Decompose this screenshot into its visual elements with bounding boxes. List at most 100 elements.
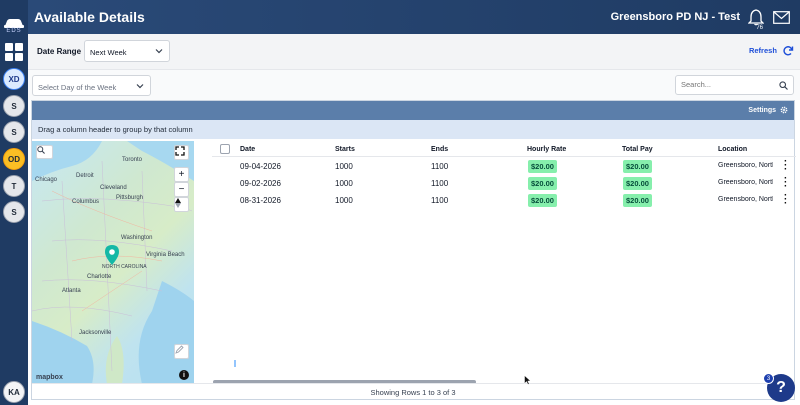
map-label-pittsburgh: Pittsburgh [116, 195, 144, 201]
map-draw-button[interactable] [174, 344, 189, 359]
help-badge: 3 [763, 373, 774, 384]
compass-icon [175, 198, 181, 208]
cell-hourly-rate: $20.00 [528, 160, 557, 173]
search-box[interactable] [675, 75, 794, 95]
cell-date: 09-02-2026 [240, 179, 281, 188]
cell-starts: 1000 [335, 162, 353, 171]
page-title: Available Details [34, 9, 145, 25]
cell-ends: 1100 [431, 162, 449, 171]
row-menu-icon[interactable]: · · · [784, 157, 788, 175]
chevron-down-icon [136, 84, 144, 89]
zoom-in-button[interactable]: + [174, 167, 189, 182]
column-date[interactable]: Date [240, 146, 255, 153]
cell-total-pay: $20.00 [623, 194, 652, 207]
details-panel: Settings Drag a column header to group b… [31, 100, 796, 400]
map-label-chicago: Chicago [35, 177, 58, 183]
fullscreen-button[interactable] [174, 145, 189, 160]
chevron-down-icon [155, 49, 163, 54]
day-of-week-placeholder: Select Day of the Week [38, 83, 117, 92]
date-range-value: Next Week [90, 48, 127, 57]
day-of-week-select[interactable]: Select Day of the Week [32, 75, 151, 96]
search-input[interactable] [681, 80, 776, 89]
plus-icon: + [178, 169, 185, 180]
avatar-s-1[interactable]: S [3, 95, 25, 117]
avatar-t[interactable]: T [3, 175, 25, 197]
sub-filter-bar: Select Day of the Week [28, 70, 800, 100]
table-row[interactable]: 08-31-2026 1000 1100 $20.00 $20.00 Green… [212, 191, 796, 209]
cell-total-pay: $20.00 [623, 177, 652, 190]
cell-starts: 1000 [335, 196, 353, 205]
map-label-jacksonville: Jacksonville [79, 330, 112, 336]
cell-location: Greensboro, North [718, 196, 773, 203]
column-location[interactable]: Location [718, 146, 747, 153]
avatar-od[interactable]: OD [3, 148, 25, 170]
avatar-s-3[interactable]: S [3, 201, 25, 223]
settings-label: Settings [748, 106, 777, 114]
cell-location: Greensboro, North [718, 179, 773, 186]
apps-grid-icon[interactable] [4, 42, 24, 62]
minus-icon: − [178, 184, 185, 195]
map-label-detroit: Detroit [76, 173, 94, 179]
mouse-cursor-icon [524, 375, 532, 385]
map-search-button[interactable] [36, 145, 53, 159]
map-label-virginia-beach: Virginia Beach [146, 252, 185, 258]
group-by-hint: Drag a column header to group by that co… [32, 120, 794, 139]
compass-button[interactable] [174, 197, 189, 212]
avatar-xd[interactable]: XD [3, 68, 25, 90]
column-ends[interactable]: Ends [431, 146, 448, 153]
cell-location: Greensboro, North [718, 162, 773, 169]
cell-starts: 1000 [335, 179, 353, 188]
map-label-charlotte: Charlotte [87, 274, 112, 280]
location-pin-icon[interactable] [105, 245, 119, 265]
mail-icon[interactable] [773, 11, 790, 24]
filter-bar: Date Range Next Week Refresh [28, 34, 800, 70]
avatar-s-2[interactable]: S [3, 121, 25, 143]
map-label-cleveland: Cleveland [100, 185, 127, 191]
date-range-label: Date Range [37, 47, 82, 56]
panel-header: Settings [32, 101, 794, 120]
cell-ends: 1100 [431, 196, 449, 205]
settings-button[interactable]: Settings [748, 106, 788, 114]
info-icon[interactable]: i [179, 370, 189, 380]
select-all-checkbox[interactable] [220, 144, 230, 154]
refresh-icon [783, 46, 794, 56]
cell-date: 08-31-2026 [240, 196, 281, 205]
logo-text: EDS [6, 28, 22, 34]
row-count-footer: Showing Rows 1 to 3 of 3 [32, 383, 794, 399]
left-rail: EDS XD S S OD T S KA [0, 0, 28, 405]
row-menu-icon[interactable]: · · · [784, 191, 788, 209]
table-row[interactable]: 09-04-2026 1000 1100 $20.00 $20.00 Green… [212, 157, 796, 175]
date-range-select[interactable]: Next Week [84, 40, 170, 62]
zoom-out-button[interactable]: − [174, 182, 189, 197]
map-label-atlanta: Atlanta [62, 288, 81, 294]
organization-name: Greensboro PD NJ - Test [610, 11, 740, 23]
cell-date: 09-04-2026 [240, 162, 281, 171]
map-view[interactable]: + − Toronto Detroit Cleveland Chicago Co… [32, 141, 194, 384]
map-label-washington: Washington [121, 235, 153, 241]
cell-ends: 1100 [431, 179, 449, 188]
cell-hourly-rate: $20.00 [528, 194, 557, 207]
mapbox-attribution: mapbox [36, 374, 63, 381]
table-row[interactable]: 09-02-2026 1000 1100 $20.00 $20.00 Green… [212, 174, 796, 192]
row-menu-icon[interactable]: · · · [784, 174, 788, 192]
gear-icon [780, 106, 788, 114]
user-avatar[interactable]: KA [3, 381, 25, 403]
notification-count: 76 [756, 25, 763, 31]
bell-icon[interactable] [748, 8, 764, 26]
cell-hourly-rate: $20.00 [528, 177, 557, 190]
column-starts[interactable]: Starts [335, 146, 355, 153]
search-icon [37, 146, 45, 154]
search-icon[interactable] [779, 81, 788, 90]
expand-icon [175, 146, 185, 156]
table-header: Date Starts Ends Hourly Rate Total Pay L… [212, 141, 796, 157]
pencil-icon [175, 345, 184, 354]
refresh-button[interactable]: Refresh [749, 45, 794, 57]
column-hourly-rate[interactable]: Hourly Rate [527, 146, 566, 153]
map-label-toronto: Toronto [122, 157, 143, 163]
refresh-label: Refresh [748, 45, 777, 55]
column-total-pay[interactable]: Total Pay [622, 146, 653, 153]
column-resize-handle[interactable] [234, 360, 236, 367]
top-bar: Available Details Greensboro PD NJ - Tes… [28, 0, 800, 34]
map-label-columbus: Columbus [72, 199, 100, 205]
cell-total-pay: $20.00 [623, 160, 652, 173]
